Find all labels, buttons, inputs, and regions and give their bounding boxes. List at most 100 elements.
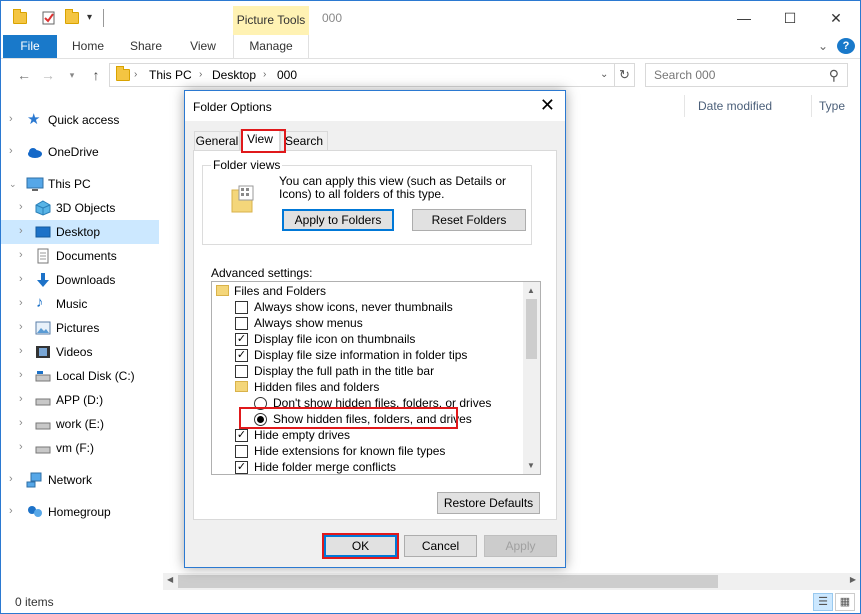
- help-icon[interactable]: ?: [837, 38, 855, 54]
- tab-share[interactable]: Share: [121, 35, 171, 58]
- chevron-right-icon[interactable]: ›: [19, 273, 29, 285]
- chevron-right-icon[interactable]: ›: [9, 473, 19, 485]
- chevron-down-icon[interactable]: ⌄: [9, 179, 19, 190]
- tab-general[interactable]: General: [194, 131, 240, 151]
- sidebar-item-network[interactable]: › Network: [1, 468, 159, 492]
- sidebar-item-vm-f[interactable]: › vm (F:): [1, 436, 159, 460]
- tab-view[interactable]: View: [179, 35, 227, 58]
- sidebar-item-onedrive[interactable]: › OneDrive: [1, 140, 159, 164]
- list-item[interactable]: Hide extensions for known file types: [212, 443, 522, 459]
- checkbox-checked[interactable]: ✓: [235, 349, 248, 362]
- sidebar-item-documents[interactable]: › Documents: [1, 244, 159, 268]
- close-button[interactable]: ✕: [813, 5, 859, 31]
- breadcrumb-000[interactable]: 000: [277, 68, 297, 82]
- chevron-right-icon[interactable]: ›: [19, 393, 29, 405]
- horizontal-scrollbar[interactable]: ◀ ▶: [163, 573, 860, 590]
- reset-folders-button[interactable]: Reset Folders: [412, 209, 526, 231]
- chevron-right-icon[interactable]: ›: [19, 345, 29, 357]
- scroll-right-icon[interactable]: ▶: [850, 575, 856, 584]
- minimize-button[interactable]: —: [721, 5, 767, 31]
- column-type[interactable]: Type: [819, 99, 845, 113]
- large-icons-view-icon[interactable]: ▦: [835, 593, 855, 611]
- chevron-right-icon[interactable]: ›: [9, 505, 19, 517]
- advanced-settings-list[interactable]: Files and Folders Always show icons, nev…: [211, 281, 541, 475]
- chevron-right-icon[interactable]: ›: [19, 321, 29, 333]
- checkbox-checked[interactable]: ✓: [235, 333, 248, 346]
- scrollbar-thumb[interactable]: [526, 299, 537, 359]
- scroll-left-icon[interactable]: ◀: [167, 575, 173, 584]
- list-item[interactable]: Show hidden files, folders, and drives: [212, 411, 522, 427]
- up-icon[interactable]: ↑: [87, 66, 105, 84]
- list-item[interactable]: Always show icons, never thumbnails: [212, 299, 522, 315]
- tab-file[interactable]: File: [3, 35, 57, 58]
- checkbox-checked[interactable]: ✓: [235, 461, 248, 474]
- sidebar-item-music[interactable]: › ♪ Music: [1, 292, 159, 316]
- chevron-right-icon[interactable]: ›: [19, 225, 29, 237]
- checkbox[interactable]: [235, 317, 248, 330]
- sidebar-item-downloads[interactable]: › Downloads: [1, 268, 159, 292]
- chevron-right-icon[interactable]: ›: [19, 201, 29, 213]
- close-icon[interactable]: ✕: [540, 95, 555, 116]
- list-item[interactable]: ✓ Hide folder merge conflicts: [212, 459, 522, 474]
- apply-button[interactable]: Apply: [484, 535, 557, 557]
- sidebar-item-app-d[interactable]: › APP (D:): [1, 388, 159, 412]
- search-input[interactable]: Search 000 ⚲: [645, 63, 848, 87]
- chevron-right-icon[interactable]: ›: [9, 145, 19, 157]
- chevron-right-icon[interactable]: ›: [19, 297, 29, 309]
- scroll-down-icon[interactable]: ▼: [527, 461, 535, 470]
- recent-locations-icon[interactable]: ▾: [63, 66, 81, 84]
- sidebar-item-pictures[interactable]: › Pictures: [1, 316, 159, 340]
- chevron-right-icon[interactable]: ›: [9, 113, 19, 125]
- list-item[interactable]: Display the full path in the title bar: [212, 363, 522, 379]
- apply-to-folders-button[interactable]: Apply to Folders: [282, 209, 394, 231]
- forward-icon[interactable]: →: [39, 66, 57, 84]
- chevron-down-icon[interactable]: ⌄: [600, 69, 608, 80]
- checkbox[interactable]: [235, 365, 248, 378]
- chevron-right-icon[interactable]: ›: [263, 69, 266, 80]
- radio-button-selected[interactable]: [254, 413, 267, 426]
- list-item[interactable]: Always show menus: [212, 315, 522, 331]
- checkbox[interactable]: [235, 301, 248, 314]
- tab-search[interactable]: Search: [280, 131, 328, 151]
- folder-icon[interactable]: [13, 9, 29, 26]
- breadcrumb-desktop[interactable]: Desktop: [212, 68, 256, 82]
- tab-view[interactable]: View: [240, 129, 280, 151]
- vertical-scrollbar[interactable]: ▲ ▼: [523, 282, 540, 474]
- checkbox-checked[interactable]: ✓: [235, 429, 248, 442]
- back-icon[interactable]: ←: [15, 66, 33, 84]
- address-input[interactable]: › This PC › Desktop › 000 ⌄: [109, 63, 615, 87]
- new-folder-icon[interactable]: [65, 9, 81, 26]
- checkbox[interactable]: [235, 445, 248, 458]
- search-icon[interactable]: ⚲: [829, 67, 839, 84]
- chevron-right-icon[interactable]: ›: [199, 69, 202, 80]
- chevron-right-icon[interactable]: ›: [19, 369, 29, 381]
- tab-home[interactable]: Home: [63, 35, 113, 58]
- list-item[interactable]: Don't show hidden files, folders, or dri…: [212, 395, 522, 411]
- column-divider[interactable]: [811, 95, 812, 117]
- properties-icon[interactable]: [41, 10, 57, 26]
- list-item[interactable]: ✓ Display file size information in folde…: [212, 347, 522, 363]
- customize-quick-access-icon[interactable]: ▾: [87, 12, 103, 28]
- column-date-modified[interactable]: Date modified: [698, 99, 772, 113]
- scroll-up-icon[interactable]: ▲: [527, 286, 535, 295]
- maximize-button[interactable]: ☐: [767, 5, 813, 31]
- details-view-icon[interactable]: ☰: [813, 593, 833, 611]
- sidebar-item-local-disk-c[interactable]: › Local Disk (C:): [1, 364, 159, 388]
- sidebar-item-quick-access[interactable]: › ★ Quick access: [1, 108, 159, 132]
- ok-button[interactable]: OK: [324, 535, 397, 557]
- scrollbar-thumb[interactable]: [178, 575, 718, 588]
- sidebar-item-homegroup[interactable]: › Homegroup: [1, 500, 159, 524]
- sidebar-item-this-pc[interactable]: ⌄ This PC: [1, 172, 159, 196]
- chevron-right-icon[interactable]: ›: [19, 417, 29, 429]
- sidebar-item-work-e[interactable]: › work (E:): [1, 412, 159, 436]
- tab-manage[interactable]: Manage: [233, 35, 309, 58]
- column-divider[interactable]: [684, 95, 685, 117]
- cancel-button[interactable]: Cancel: [404, 535, 477, 557]
- restore-defaults-button[interactable]: Restore Defaults: [437, 492, 540, 514]
- radio-button[interactable]: [254, 397, 267, 410]
- chevron-right-icon[interactable]: ›: [134, 69, 137, 80]
- sidebar-item-desktop[interactable]: › Desktop: [1, 220, 159, 244]
- breadcrumb-this-pc[interactable]: This PC: [149, 68, 192, 82]
- chevron-right-icon[interactable]: ›: [19, 249, 29, 261]
- sidebar-item-3d-objects[interactable]: › 3D Objects: [1, 196, 159, 220]
